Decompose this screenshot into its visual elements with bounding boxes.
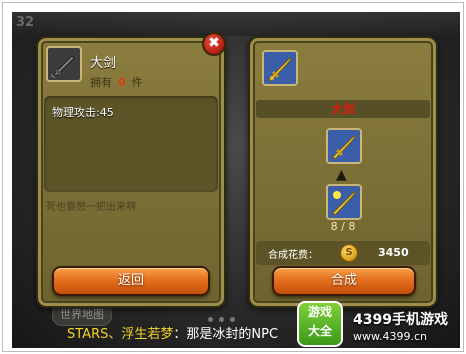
owned-number: 0 (118, 76, 126, 89)
broken-sword-icon (46, 46, 82, 82)
brand-url: www.4399.cn (353, 330, 427, 343)
craft-button[interactable]: 合成 (272, 266, 416, 296)
physical-attack-stat: 物理攻击:45 (52, 106, 114, 119)
cost-label: 合成花费： (268, 250, 318, 261)
logo-text-bottom: 大全 (307, 324, 332, 338)
close-icon: ✖ (208, 35, 220, 51)
material-count: 8 / 8 (330, 220, 356, 233)
upgrade-arrow-icon: ▲ (336, 167, 347, 183)
back-button[interactable]: 返回 (52, 266, 210, 296)
4399-logo: 游戏 大全 (297, 301, 343, 347)
logo-text-top: 游戏 (307, 305, 332, 319)
stat-box: 物理攻击:45 (44, 96, 218, 192)
cost-value: 3450 (378, 246, 409, 259)
brand-name: 4399手机游戏 (353, 312, 448, 328)
target-item-name: 大剑 (256, 100, 430, 118)
coin-icon: S (340, 244, 358, 262)
item-description: 死也要憋一把出来啊 (46, 202, 136, 213)
owned-prefix: 拥有 (90, 76, 112, 89)
golden-sword-icon (262, 50, 298, 86)
caption-text: ：那是冰封的NPC (173, 327, 279, 342)
close-button[interactable]: ✖ (202, 32, 226, 56)
hud-level-number: 32 (16, 15, 35, 30)
caption: STARS、浮生若梦：那是冰封的NPC (67, 323, 278, 342)
owned-suffix: 件 (131, 76, 143, 89)
owned-count: 拥有 0 件 (90, 74, 143, 90)
item-detail-panel: 大剑 拥有 0 件 物理攻击:45 死也要憋一把出来啊 返回 (36, 36, 226, 308)
background-hud: 32 (12, 12, 460, 36)
cost-box: 合成花费： S 3450 (256, 241, 430, 265)
target-sword-icon[interactable] (326, 128, 362, 164)
image-frame: 32 世界地图 大剑 拥有0件 物理攻击:45 死也要憋一把出来啊 返回 ✖ (2, 2, 464, 352)
caption-highlight: STARS、浮生若梦 (67, 327, 174, 342)
page-dot (208, 317, 213, 322)
craft-panel: 大剑 ▲ 8 / 8 合成花费： S 3450 合成 (248, 36, 438, 308)
item-name: 大剑 (90, 56, 117, 71)
page-dot (230, 317, 235, 322)
game-scene: 32 世界地图 大剑 拥有0件 物理攻击:45 死也要憋一把出来啊 返回 ✖ (12, 12, 460, 348)
material-sword-icon[interactable] (326, 184, 362, 220)
page-dot (219, 317, 224, 322)
